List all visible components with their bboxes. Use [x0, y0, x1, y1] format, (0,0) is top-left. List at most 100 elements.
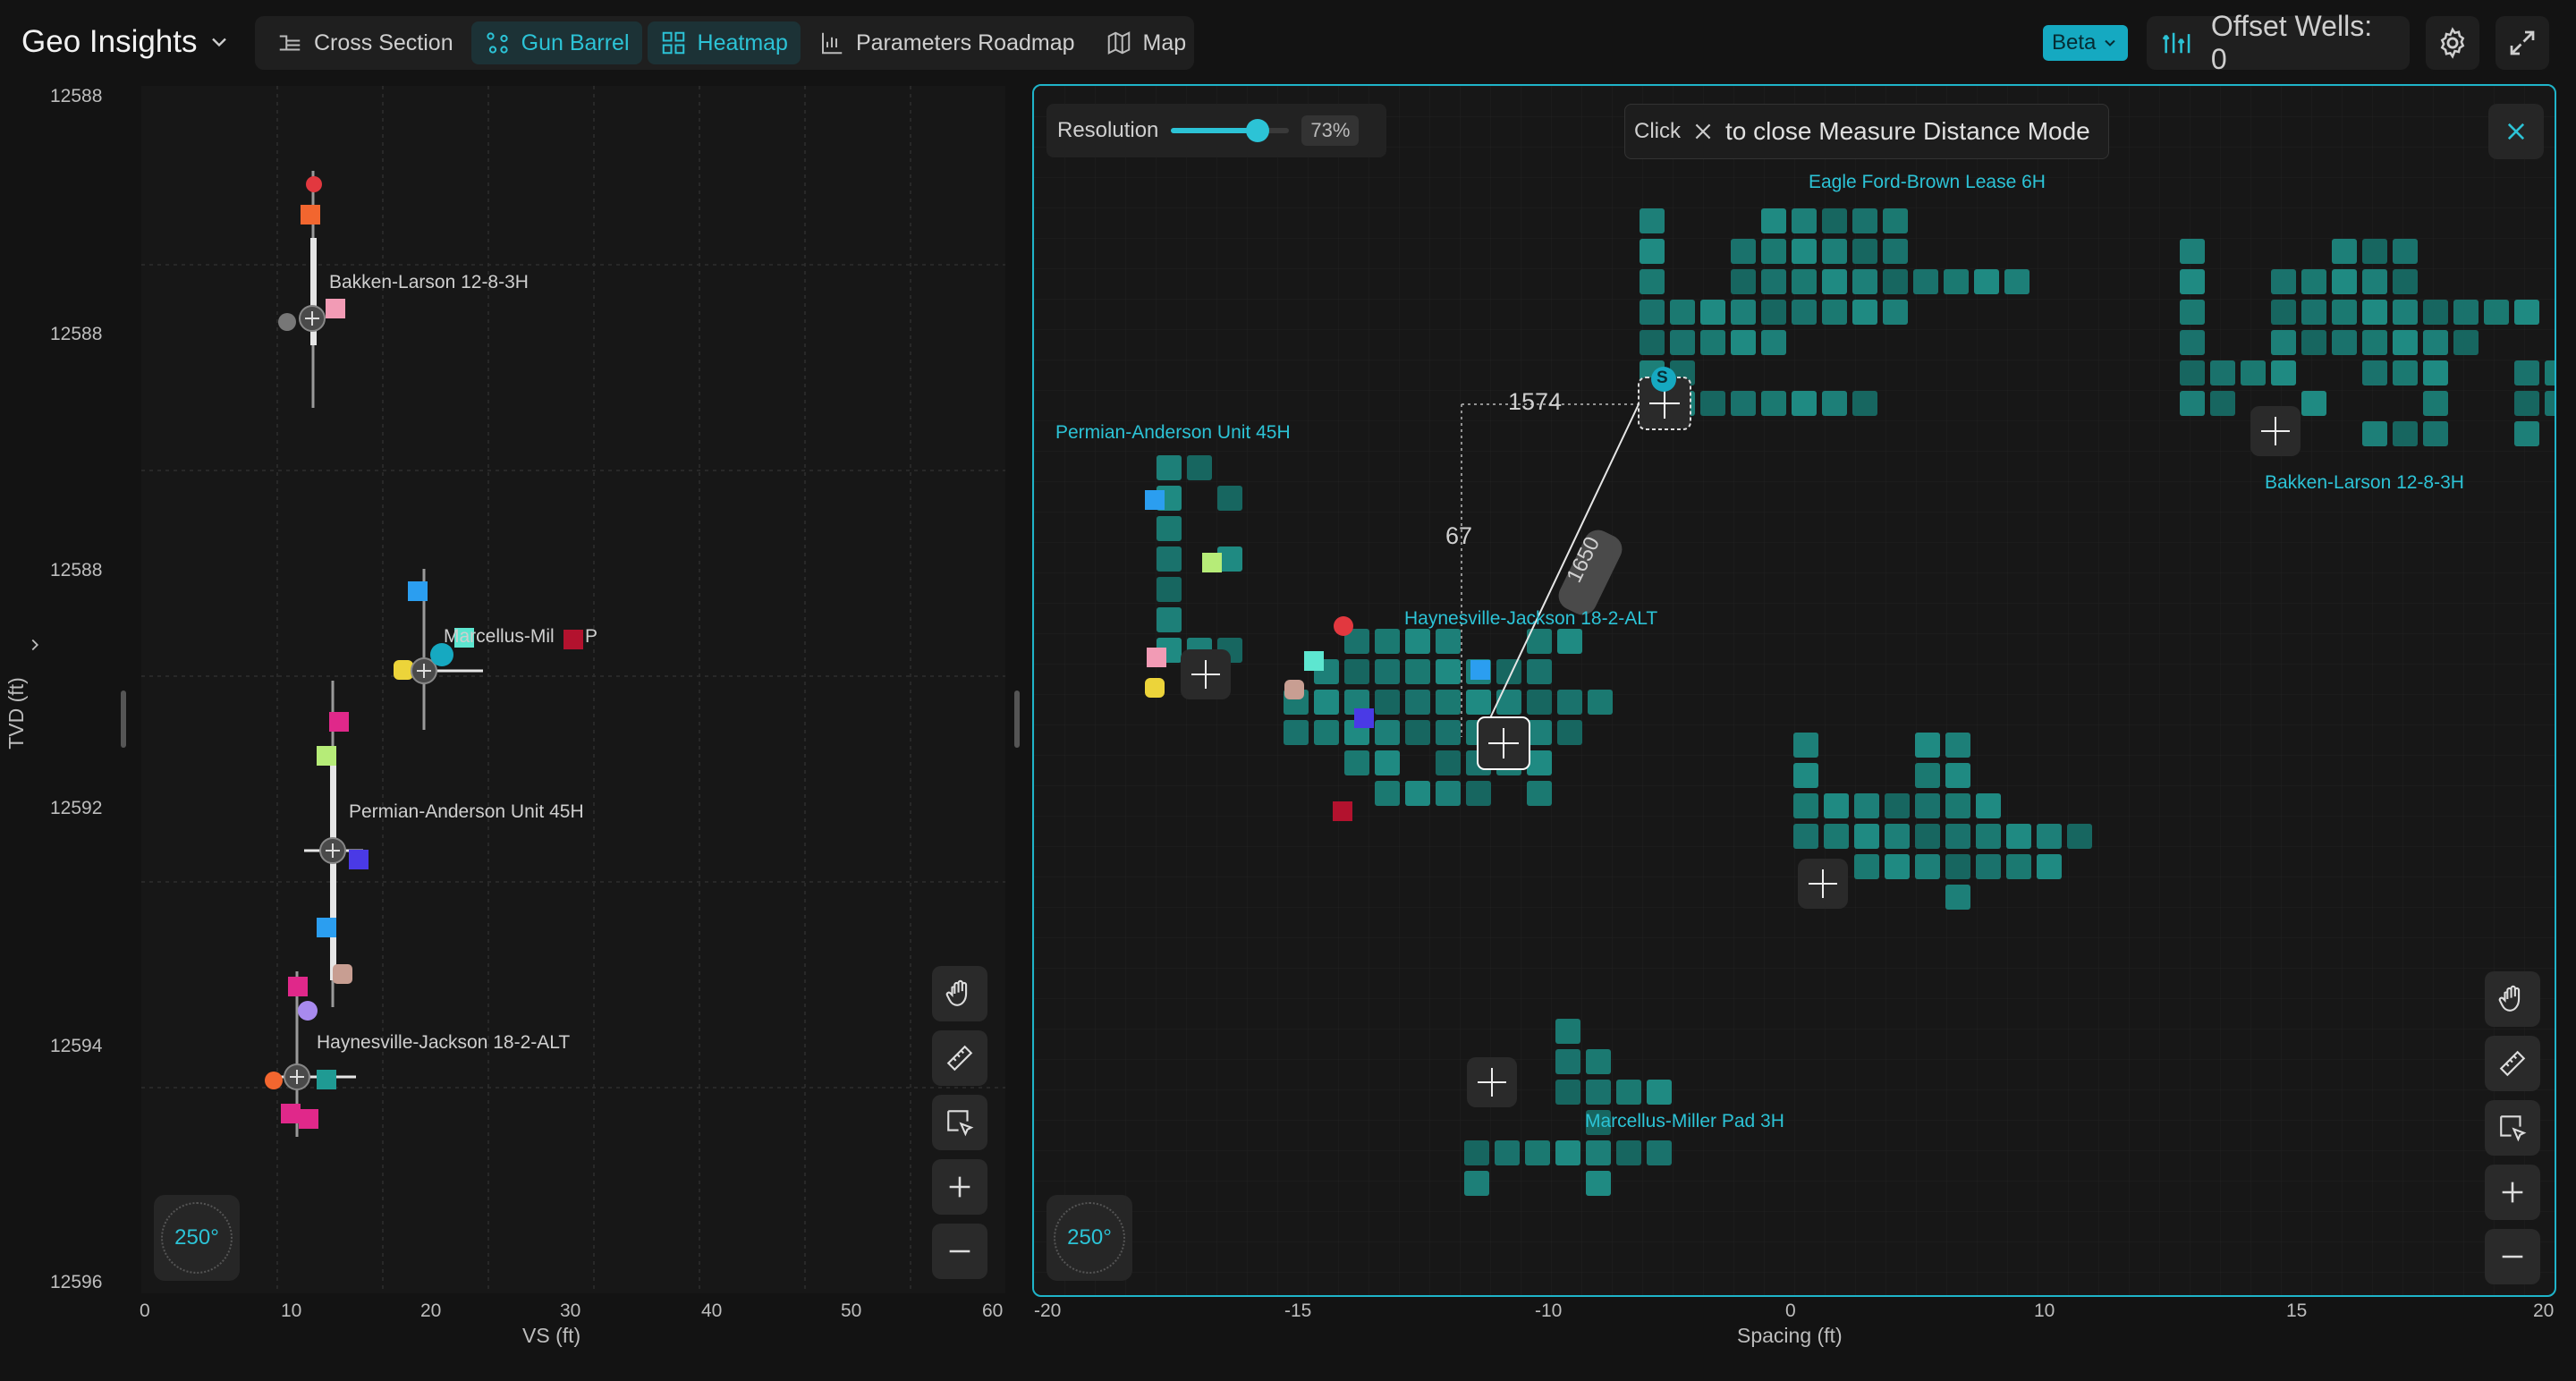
tab-cross-section[interactable]: Cross Section — [264, 21, 466, 64]
zoom-out-button[interactable] — [932, 1224, 987, 1279]
app-title-dropdown[interactable]: Geo Insights — [21, 20, 232, 64]
heatmap-cell — [1640, 269, 1665, 294]
heatmap-cell — [1405, 629, 1430, 654]
measure-mode-banner: Click to close Measure Distance Mode — [1624, 104, 2109, 159]
resolution-value: 73% — [1301, 115, 1360, 146]
heatmap-cell — [1375, 720, 1400, 745]
heatmap-cell — [1527, 659, 1552, 684]
heatmap-cell — [1852, 391, 1877, 416]
gun-barrel-panel: TVD (ft) 12588 12588 12588 12592 12594 1… — [0, 86, 1020, 1381]
measure-vertical-label: 67 — [1445, 522, 1473, 549]
heatmap-cell — [1761, 269, 1786, 294]
resolution-slider[interactable] — [1171, 119, 1290, 142]
heatmap-cell — [1588, 690, 1613, 715]
app-title: Geo Insights — [21, 24, 198, 59]
heatmap-cell — [1761, 330, 1786, 355]
heatmap-cell — [2180, 330, 2205, 355]
heatmap-cell — [1647, 1140, 1672, 1165]
heatmap-cell — [1375, 629, 1400, 654]
expand-icon — [2510, 30, 2535, 55]
zoom-out-button[interactable] — [2485, 1229, 2540, 1284]
pan-tool-button[interactable] — [932, 966, 987, 1021]
measure-tool-button[interactable] — [2485, 1036, 2540, 1091]
tab-label: Map — [1142, 30, 1187, 55]
heatmap-icon — [662, 31, 684, 55]
heatmap-cell — [1466, 781, 1491, 806]
select-area-button[interactable] — [932, 1095, 987, 1150]
zoom-in-button[interactable] — [932, 1159, 987, 1215]
y-axis-title: TVD (ft) — [4, 677, 28, 750]
heatmap-cell — [1885, 793, 1910, 818]
tab-gun-barrel[interactable]: Gun Barrel — [470, 21, 642, 64]
heatmap-cell — [1640, 239, 1665, 264]
splitter-handle[interactable] — [1014, 690, 1020, 748]
heatmap-cell — [1405, 720, 1430, 745]
tab-label: Gun Barrel — [521, 30, 630, 55]
gun-barrel-icon — [487, 32, 508, 54]
heatmap-cell — [2180, 269, 2205, 294]
offset-wells-button[interactable]: Offset Wells: 0 — [2147, 10, 2410, 75]
compass[interactable]: 250° — [1046, 1195, 1132, 1281]
y-tick-label: 12588 — [50, 560, 103, 580]
settings-button[interactable] — [2426, 16, 2479, 70]
heatmap-cell — [2514, 421, 2539, 446]
y-tick-label: 12596 — [50, 1272, 103, 1292]
heatmap-cell — [2453, 300, 2479, 325]
heatmap-cell — [1640, 300, 1665, 325]
heatmap-cell — [2241, 360, 2266, 385]
heatmap-cell — [1375, 690, 1400, 715]
close-measure-button[interactable] — [2488, 104, 2544, 159]
heatmap-cell — [1852, 269, 1877, 294]
heatmap-cell — [1793, 824, 1818, 849]
measure-mode-text: to close Measure Distance Mode — [1725, 117, 2090, 145]
heatmap-cell — [2393, 330, 2418, 355]
measure-tool-button[interactable] — [932, 1030, 987, 1086]
resolution-control: Resolution 73% — [1046, 104, 1386, 157]
ruler-icon — [946, 1045, 973, 1072]
tab-map[interactable]: Map — [1093, 21, 1199, 64]
heatmap-cell — [1586, 1171, 1611, 1196]
x-tick-label: 20 — [420, 1301, 442, 1321]
well-label: Permian-Anderson Unit 45H — [349, 801, 584, 822]
heatmap-cell — [2301, 269, 2326, 294]
heatmap-cell — [2362, 360, 2387, 385]
select-area-button[interactable] — [2485, 1100, 2540, 1156]
heatmap-cell — [1854, 793, 1879, 818]
tab-label: Heatmap — [697, 30, 788, 55]
gun-barrel-plot[interactable] — [141, 86, 1005, 1293]
heatmap-canvas[interactable] — [1034, 86, 2555, 1295]
close-icon[interactable] — [1691, 120, 1715, 143]
tab-label: Parameters Roadmap — [855, 30, 1075, 55]
heatmap-cell — [2423, 330, 2448, 355]
beta-dropdown[interactable]: Beta — [2043, 25, 2129, 61]
heatmap-cell — [1976, 793, 2001, 818]
zoom-in-button[interactable] — [2485, 1165, 2540, 1220]
compass-dial: 250° — [1054, 1202, 1125, 1274]
heatmap-cell — [1883, 269, 1908, 294]
heatmap-cell — [1883, 239, 1908, 264]
tab-parameters-roadmap[interactable]: Parameters Roadmap — [806, 21, 1088, 64]
heatmap-cell — [1436, 629, 1461, 654]
heatmap-cell — [1464, 1171, 1489, 1196]
heatmap-x-tick: -15 — [1284, 1301, 1312, 1321]
heatmap-cell — [2362, 269, 2387, 294]
resolution-slider-knob[interactable] — [1245, 119, 1269, 142]
heatmap-cell — [1464, 1140, 1489, 1165]
heatmap-cell — [1854, 824, 1879, 849]
x-tick-label: 30 — [560, 1301, 581, 1321]
chevron-right-icon[interactable] — [25, 635, 45, 655]
heatmap-cell — [1761, 239, 1786, 264]
heatmap-cell — [2393, 360, 2418, 385]
compass-label: 250° — [1067, 1225, 1112, 1250]
heatmap-cell — [1555, 1140, 1580, 1165]
expand-button[interactable] — [2496, 16, 2549, 70]
heatmap-cell — [1883, 208, 1908, 233]
compass[interactable]: 250° — [154, 1195, 240, 1281]
heatmap-cell — [2180, 391, 2205, 416]
heatmap-cell — [1495, 1140, 1520, 1165]
beta-label: Beta — [2052, 30, 2097, 55]
pan-tool-button[interactable] — [2485, 971, 2540, 1027]
heatmap-cell — [1792, 269, 1817, 294]
tab-heatmap[interactable]: Heatmap — [647, 21, 801, 64]
left-resize-handle[interactable] — [121, 690, 126, 748]
